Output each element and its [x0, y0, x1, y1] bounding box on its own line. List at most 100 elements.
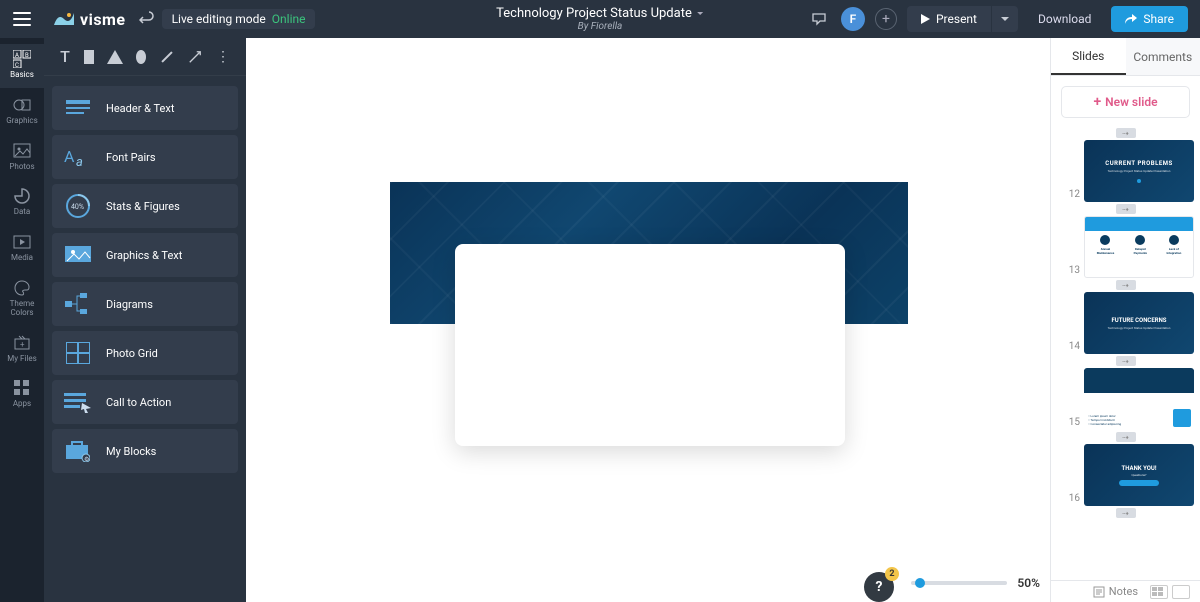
block-graphics-text[interactable]: Graphics & Text	[52, 233, 238, 277]
slide-thumb-14[interactable]: FUTURE CONCERNS Technology Project Statu…	[1084, 292, 1194, 354]
comments-icon[interactable]	[807, 7, 831, 31]
triangle-shape-button[interactable]	[108, 50, 122, 64]
blocks-panel: T ⋮ Header & Text Aa Font Pairs 40% Stat…	[44, 38, 246, 602]
graphics-icon	[13, 96, 31, 114]
present-button[interactable]: Present	[907, 6, 991, 32]
svg-text:⚙: ⚙	[84, 456, 89, 462]
rail-label: Basics	[10, 71, 34, 80]
circle-shape-button[interactable]	[136, 50, 146, 64]
theme-colors-icon	[13, 279, 31, 297]
topbar-right: F + Present Download Share	[807, 6, 1200, 32]
menu-hamburger[interactable]	[0, 0, 44, 38]
transition-icon[interactable]: ⇢	[1116, 128, 1136, 138]
rail-my-files[interactable]: + My Files	[0, 328, 44, 372]
square-shape-button[interactable]	[84, 50, 94, 64]
logo-text: visme	[80, 10, 126, 29]
transition-icon[interactable]: ⇢	[1116, 432, 1136, 442]
zoom-slider-thumb[interactable]	[915, 578, 925, 588]
topbar: visme Live editing mode Online Technolog…	[0, 0, 1200, 38]
document-title-area[interactable]: Technology Project Status Update By Fior…	[496, 6, 704, 32]
editing-mode-pill[interactable]: Live editing mode Online	[162, 9, 316, 29]
block-font-pairs[interactable]: Aa Font Pairs	[52, 135, 238, 179]
user-avatar[interactable]: F	[841, 7, 865, 31]
download-button[interactable]: Download	[1028, 6, 1101, 32]
logo[interactable]: visme	[52, 10, 126, 29]
tab-comments[interactable]: Comments	[1126, 38, 1200, 75]
canvas[interactable]: ? 2 50%	[246, 38, 1050, 602]
rail-graphics[interactable]: Graphics	[0, 90, 44, 134]
logo-mark-icon	[52, 11, 76, 27]
svg-text:C: C	[15, 62, 19, 68]
transition-icon[interactable]: ⇢	[1116, 356, 1136, 366]
slide-content-card[interactable]	[455, 244, 845, 446]
block-photo-grid[interactable]: Photo Grid	[52, 331, 238, 375]
font-pairs-icon: Aa	[64, 143, 92, 171]
left-rail: ABC Basics Graphics Photos Data Media Th…	[0, 38, 44, 602]
block-call-to-action[interactable]: Call to Action	[52, 380, 238, 424]
new-slide-button[interactable]: +New slide	[1061, 86, 1190, 118]
block-header-text[interactable]: Header & Text	[52, 86, 238, 130]
chevron-down-icon	[1000, 16, 1010, 22]
slide-thumb-13[interactable]: AnnualMaintenance DelayedPayments Lack o…	[1084, 216, 1194, 278]
more-shapes-button[interactable]: ⋮	[216, 50, 230, 64]
transition-icon[interactable]: ⇢	[1116, 508, 1136, 518]
basics-icon: ABC	[13, 50, 31, 68]
block-diagrams[interactable]: Diagrams	[52, 282, 238, 326]
photo-grid-icon	[64, 339, 92, 367]
share-arrow-icon	[1125, 14, 1137, 24]
svg-text:+: +	[20, 340, 25, 349]
share-button[interactable]: Share	[1111, 6, 1188, 32]
block-list: Header & Text Aa Font Pairs 40% Stats & …	[44, 76, 246, 483]
play-icon	[921, 14, 930, 24]
slides-panel: Slides Comments +New slide ⇢ 12 CURRENT …	[1050, 38, 1200, 602]
photos-icon	[13, 142, 31, 160]
rail-theme-colors[interactable]: Theme Colors	[0, 273, 44, 326]
grid-view-button[interactable]	[1150, 585, 1168, 599]
transition-icon[interactable]: ⇢	[1116, 280, 1136, 290]
header-text-icon	[64, 94, 92, 122]
block-stats-figures[interactable]: 40% Stats & Figures	[52, 184, 238, 228]
svg-text:a: a	[76, 155, 83, 168]
call-to-action-icon	[64, 388, 92, 416]
apps-icon	[13, 379, 31, 397]
my-blocks-icon: ⚙	[64, 437, 92, 465]
chevron-down-icon[interactable]	[696, 10, 704, 18]
hamburger-icon	[13, 12, 31, 26]
slide-thumb-12[interactable]: CURRENT PROBLEMS Technology Project Stat…	[1084, 140, 1194, 202]
rail-apps[interactable]: Apps	[0, 373, 44, 417]
shape-toolbar: T ⋮	[44, 38, 246, 76]
mode-label: Live editing mode	[172, 12, 266, 26]
document-author: By Fiorella	[496, 21, 704, 32]
block-my-blocks[interactable]: ⚙ My Blocks	[52, 429, 238, 473]
tab-slides[interactable]: Slides	[1051, 38, 1126, 75]
graphics-text-icon	[64, 241, 92, 269]
add-collaborator-button[interactable]: +	[875, 8, 897, 30]
view-toggle	[1150, 585, 1190, 599]
help-button[interactable]: ? 2	[864, 572, 894, 602]
rail-media[interactable]: Media	[0, 227, 44, 271]
rail-data[interactable]: Data	[0, 181, 44, 225]
undo-button[interactable]	[138, 10, 156, 28]
undo-icon	[139, 11, 155, 27]
zoom-value: 50%	[1017, 576, 1040, 590]
present-dropdown[interactable]	[991, 6, 1018, 32]
diagrams-icon	[64, 290, 92, 318]
notes-icon	[1093, 586, 1105, 598]
slide-thumb-16[interactable]: THANK YOU! Questions?	[1084, 444, 1194, 506]
slide-thumbnails[interactable]: ⇢ 12 CURRENT PROBLEMS Technology Project…	[1051, 126, 1200, 580]
single-view-button[interactable]	[1172, 585, 1190, 599]
text-shape-button[interactable]: T	[60, 50, 70, 64]
svg-text:A: A	[64, 147, 75, 166]
arrow-shape-button[interactable]	[188, 50, 202, 64]
mode-status: Online	[272, 12, 306, 26]
zoom-slider[interactable]	[911, 581, 1007, 585]
transition-icon[interactable]: ⇢	[1116, 204, 1136, 214]
data-icon	[13, 187, 31, 205]
stats-figures-icon: 40%	[64, 192, 92, 220]
svg-text:40%: 40%	[71, 203, 84, 211]
rail-photos[interactable]: Photos	[0, 136, 44, 180]
slide-thumb-15[interactable]: ○ Lorem ipsum dolor○ Tempor incididunt○ …	[1084, 368, 1194, 430]
rail-basics[interactable]: ABC Basics	[0, 44, 44, 88]
line-shape-button[interactable]	[160, 50, 174, 64]
notes-button[interactable]: Notes	[1093, 585, 1138, 598]
